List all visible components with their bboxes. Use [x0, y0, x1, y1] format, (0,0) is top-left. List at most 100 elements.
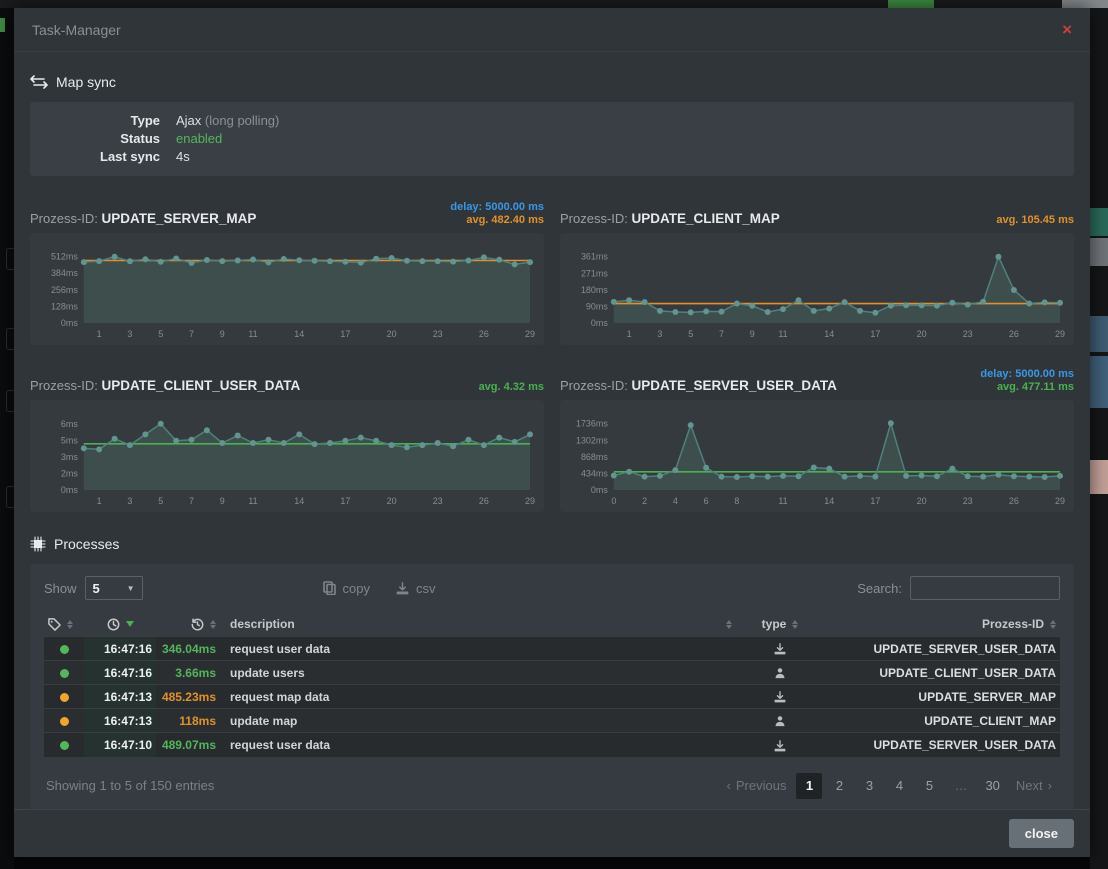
svg-text:1: 1	[97, 496, 102, 506]
time-cell: 16:47:10	[84, 733, 156, 757]
column-header-status[interactable]	[44, 612, 84, 637]
chart-panel: 0ms434ms868ms1302ms1736ms024681114172023…	[560, 400, 1074, 512]
svg-text:1: 1	[97, 329, 102, 339]
svg-text:20: 20	[917, 329, 927, 339]
page-button-30[interactable]: 30	[979, 773, 1005, 799]
table-footer: Showing 1 to 5 of 150 entries ‹ Previous…	[44, 769, 1060, 807]
svg-text:180ms: 180ms	[581, 285, 608, 295]
chart-panel: 0ms2ms3ms5ms6ms1357911141720232629	[30, 400, 544, 512]
avg-value: avg. 4.32 ms	[479, 381, 544, 393]
svg-text:3: 3	[657, 329, 662, 339]
info-row-lastsync: Last sync 4s	[30, 148, 1074, 166]
svg-text:0ms: 0ms	[591, 318, 608, 328]
svg-text:20: 20	[387, 329, 397, 339]
background-artifact	[1090, 208, 1108, 236]
page-length-select[interactable]: 5 ▼	[85, 576, 143, 600]
page-button-3[interactable]: 3	[856, 773, 882, 799]
svg-text:26: 26	[1009, 329, 1019, 339]
table-row: 16:47:10 489.07ms request user data UPDA…	[44, 733, 1060, 757]
search-input[interactable]	[910, 576, 1060, 600]
column-header-type[interactable]: type	[736, 612, 824, 637]
type-cell	[736, 733, 824, 757]
svg-text:271ms: 271ms	[581, 268, 608, 278]
svg-text:11: 11	[248, 496, 257, 506]
column-header-duration[interactable]	[156, 612, 220, 637]
svg-text:0: 0	[611, 496, 616, 506]
sort-desc-active-icon	[126, 621, 134, 627]
svg-text:9: 9	[750, 329, 755, 339]
type-value-extra: (long polling)	[205, 113, 279, 128]
processes-label: Processes	[54, 536, 119, 552]
chart-title-row: Prozess-ID: UPDATE_SERVER_MAP delay: 500…	[30, 192, 544, 226]
svg-text:29: 29	[525, 329, 535, 339]
download-icon	[396, 582, 409, 595]
avg-value: avg. 105.45 ms	[996, 214, 1074, 226]
page-button-5[interactable]: 5	[916, 773, 942, 799]
time-cell: 16:47:13	[84, 709, 156, 733]
csv-button[interactable]: csv	[396, 581, 436, 596]
background-page-right	[1090, 8, 1108, 869]
client-user-icon	[774, 715, 786, 727]
type-label: Type	[30, 112, 160, 130]
page-button-1[interactable]: 1	[796, 773, 822, 799]
copy-label: copy	[343, 581, 370, 596]
svg-text:17: 17	[870, 496, 880, 506]
area-chart: 0ms90ms180ms271ms361ms135791114172023262…	[568, 237, 1066, 341]
pid-cell: UPDATE_CLIENT_USER_DATA	[824, 661, 1060, 685]
description-cell: update users	[220, 661, 736, 685]
page-button-2[interactable]: 2	[826, 773, 852, 799]
table-row: 16:47:13 118ms update map UPDATE_CLIENT_…	[44, 709, 1060, 733]
svg-text:2ms: 2ms	[61, 468, 78, 478]
sort-icon	[792, 620, 798, 629]
svg-text:17: 17	[340, 496, 350, 506]
time-cell: 16:47:16	[84, 637, 156, 661]
svg-text:14: 14	[824, 496, 834, 506]
svg-text:11: 11	[778, 496, 787, 506]
svg-text:23: 23	[433, 496, 443, 506]
svg-text:5: 5	[158, 329, 163, 339]
previous-page-button[interactable]: ‹ Previous	[721, 773, 793, 799]
svg-text:20: 20	[387, 496, 397, 506]
avg-value: avg. 477.11 ms	[997, 381, 1074, 393]
svg-text:256ms: 256ms	[51, 285, 78, 295]
page-button-4[interactable]: 4	[886, 773, 912, 799]
modal-header: Task-Manager ×	[14, 8, 1090, 52]
server-download-icon	[774, 740, 786, 752]
process-table: description type Prozess-ID	[44, 612, 1060, 757]
svg-text:11: 11	[248, 329, 257, 339]
svg-text:9: 9	[220, 496, 225, 506]
export-group: copy csv	[323, 581, 436, 596]
chart-block-update-server-user-data: Prozess-ID: UPDATE_SERVER_USER_DATA dela…	[560, 359, 1074, 512]
duration-cell: 3.66ms	[156, 661, 220, 685]
sort-icon	[210, 620, 216, 629]
chart-block-update-server-map: Prozess-ID: UPDATE_SERVER_MAP delay: 500…	[30, 192, 544, 345]
close-icon[interactable]: ×	[1062, 21, 1072, 38]
copy-button[interactable]: copy	[323, 581, 370, 596]
description-cell: request user data	[220, 733, 736, 757]
map-sync-label: Map sync	[56, 74, 116, 90]
search-label: Search:	[857, 581, 902, 596]
background-artifact	[1090, 238, 1108, 266]
description-header-label: description	[224, 617, 295, 631]
pid-cell: UPDATE_CLIENT_MAP	[824, 709, 1060, 733]
svg-text:23: 23	[963, 496, 973, 506]
chart-title: Prozess-ID: UPDATE_SERVER_USER_DATA	[560, 378, 837, 393]
sort-icon	[726, 620, 732, 629]
column-header-time[interactable]	[84, 612, 156, 637]
svg-text:1302ms: 1302ms	[576, 435, 608, 445]
svg-text:7: 7	[189, 496, 194, 506]
svg-text:17: 17	[340, 329, 350, 339]
close-button[interactable]: close	[1009, 819, 1074, 848]
csv-label: csv	[416, 581, 436, 596]
svg-text:29: 29	[1055, 329, 1065, 339]
description-cell: update map	[220, 709, 736, 733]
chart-block-update-client-user-data: Prozess-ID: UPDATE_CLIENT_USER_DATA avg.…	[30, 359, 544, 512]
processes-heading: Processes	[30, 536, 1074, 552]
svg-text:1: 1	[627, 329, 632, 339]
column-header-description[interactable]: description	[220, 612, 736, 637]
time-cell: 16:47:16	[84, 661, 156, 685]
svg-text:2: 2	[642, 496, 647, 506]
next-page-button[interactable]: Next ›	[1010, 773, 1058, 799]
column-header-pid[interactable]: Prozess-ID	[824, 612, 1060, 637]
tag-icon	[48, 618, 61, 631]
